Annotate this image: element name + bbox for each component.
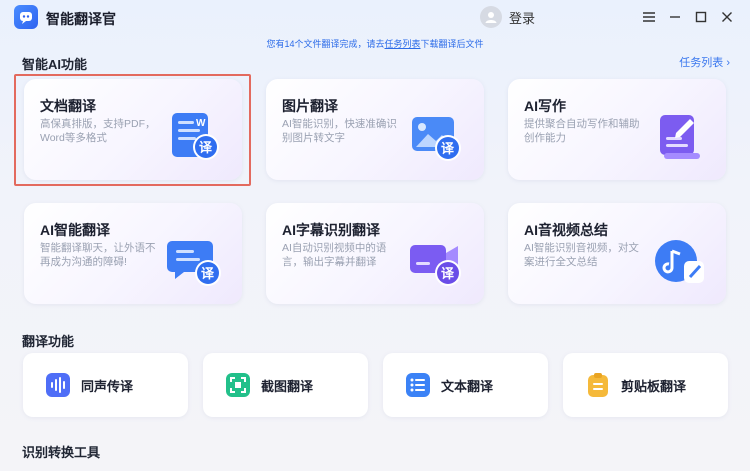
feature-card-ai-writing[interactable]: AI写作 提供聚合自动写作和辅助创作能力 (508, 79, 726, 180)
feature-desc: AI智能识别，快速准确识别图片转文字 (282, 118, 397, 144)
feature-desc: 提供聚合自动写作和辅助创作能力 (524, 118, 640, 144)
section-title-translate: 翻译功能 (22, 334, 75, 349)
feature-card-image-translate[interactable]: 图片翻译 AI智能识别，快速准确识别图片转文字 译 (266, 79, 484, 180)
feature-desc: AI智能识别音视频，对文案进行全文总结 (524, 242, 639, 268)
section-title-convert: 识别转换工具 (22, 445, 101, 460)
tool-screenshot-translate[interactable]: 截图翻译 (203, 353, 368, 417)
audio-video-summary-icon (655, 240, 704, 283)
menu-icon[interactable] (636, 7, 662, 27)
voice-wave-icon (46, 373, 70, 397)
window-controls (636, 7, 740, 27)
badge-text: 译 (201, 267, 215, 282)
task-list-link[interactable]: 任务列表 › (679, 54, 730, 70)
close-icon[interactable] (714, 7, 740, 27)
text-list-icon (406, 373, 430, 397)
user-avatar-icon (480, 6, 502, 28)
maximize-icon[interactable] (688, 7, 714, 27)
title-bar: 智能翻译官 登录 (0, 0, 750, 34)
feature-desc: 智能翻译聊天，让外语不再成为沟通的障碍! (40, 242, 156, 268)
feature-title: AI音视频总结 (524, 222, 608, 238)
notice-prefix: 您有14个文件翻译完成，请去 (266, 39, 385, 49)
tool-label: 同声传译 (81, 378, 134, 394)
clipboard-icon (588, 373, 608, 397)
image-translate-icon: 译 (412, 117, 461, 161)
feature-card-ai-smart-translate[interactable]: AI智能翻译 智能翻译聊天，让外语不再成为沟通的障碍! 译 (24, 203, 242, 304)
ai-writing-icon (660, 115, 700, 159)
tool-clipboard-translate[interactable]: 剪贴板翻译 (563, 353, 728, 417)
login-button[interactable]: 登录 (480, 6, 535, 28)
tool-label: 截图翻译 (261, 378, 314, 394)
notice-task-link[interactable]: 任务列表 (384, 39, 420, 49)
feature-card-subtitle-translate[interactable]: AI字幕识别翻译 AI自动识别视频中的语言，输出字幕并翻译 译 (266, 203, 484, 304)
minimize-icon[interactable] (662, 7, 688, 27)
app-title: 智能翻译官 (46, 11, 116, 27)
feature-title: AI字幕识别翻译 (282, 222, 380, 238)
completion-notice: 您有14个文件翻译完成，请去任务列表下载翻译后文件 (0, 37, 750, 50)
app-logo-icon (14, 5, 38, 29)
tool-text-translate[interactable]: 文本翻译 (383, 353, 548, 417)
chat-translate-icon: 译 (167, 241, 221, 286)
tool-label: 剪贴板翻译 (621, 378, 687, 394)
feature-desc: AI自动识别视频中的语言，输出字幕并翻译 (282, 242, 387, 268)
badge-text: 译 (441, 142, 455, 157)
notice-suffix: 下载翻译后文件 (420, 39, 484, 49)
feature-title: 图片翻译 (282, 98, 338, 114)
tool-label: 文本翻译 (441, 378, 494, 394)
feature-title: AI写作 (524, 98, 566, 114)
feature-card-av-summary[interactable]: AI音视频总结 AI智能识别音视频，对文案进行全文总结 (508, 203, 726, 304)
screenshot-icon (226, 373, 250, 397)
badge-text: 译 (441, 267, 455, 282)
login-label: 登录 (509, 10, 536, 26)
section-title-ai: 智能AI功能 (22, 57, 88, 72)
tool-simultaneous-interpretation[interactable]: 同声传译 (23, 353, 188, 417)
subtitle-translate-icon: 译 (410, 245, 461, 286)
feature-title: AI智能翻译 (40, 222, 110, 238)
selected-card-outline (14, 74, 251, 186)
